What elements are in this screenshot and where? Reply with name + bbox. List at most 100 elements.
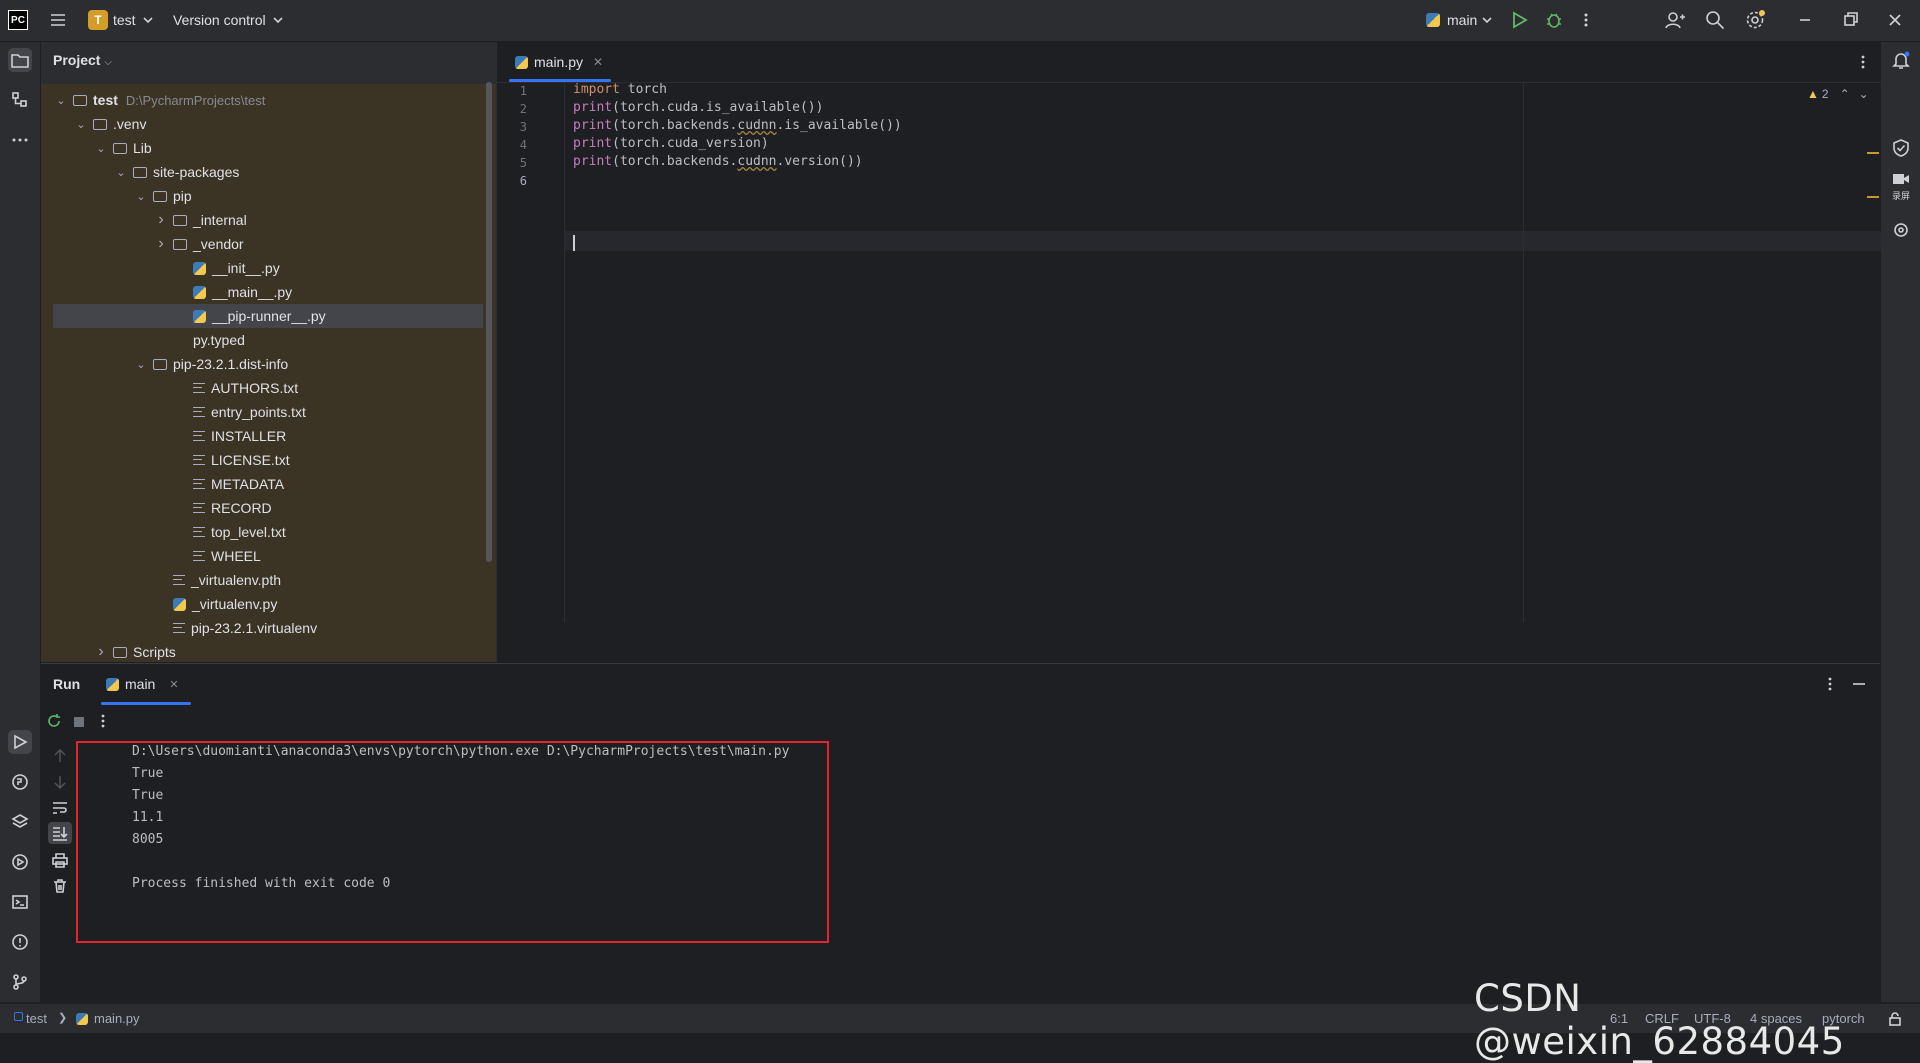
tree-item[interactable]: pip-23.2.1.virtualenv (41, 616, 481, 640)
more-vertical-icon[interactable] (99, 713, 107, 729)
text-file-icon (193, 431, 205, 441)
structure-tool-icon[interactable] (8, 88, 32, 112)
warning-stripe-marker[interactable] (1867, 152, 1879, 154)
project-badge[interactable]: T (88, 10, 108, 30)
tree-item[interactable]: ⌄ test D:\PycharmProjects\test (41, 88, 481, 112)
tree-item[interactable]: ⌄ site-packages (41, 160, 481, 184)
tree-item[interactable]: INSTALLER (41, 424, 481, 448)
problems-icon[interactable] (8, 930, 32, 954)
code-line: print(torch.backends.cudnn.is_available(… (573, 118, 902, 133)
chevron-down-icon[interactable]: ⌄ (75, 118, 87, 131)
tree-item-label: _vendor (193, 236, 244, 252)
chevron-down-icon[interactable]: ⌄ (135, 358, 147, 371)
scroll-to-end-button[interactable] (48, 822, 72, 844)
more-vertical-icon[interactable] (1581, 11, 1591, 29)
more-vertical-icon[interactable] (1859, 54, 1867, 70)
tree-item[interactable]: _virtualenv.pth (41, 568, 481, 592)
tree-item[interactable]: top_level.txt (41, 520, 481, 544)
project-tool-icon[interactable] (8, 48, 32, 72)
warning-stripe-marker[interactable] (1867, 196, 1879, 198)
screen-record-button[interactable]: 录屏 (1889, 172, 1913, 202)
editor-tab-bar: main.py ✕ (497, 42, 1881, 83)
settings-icon[interactable] (1745, 10, 1765, 30)
close-tab-icon[interactable]: ✕ (593, 55, 603, 69)
tree-item[interactable]: AUTHORS.txt (41, 376, 481, 400)
tree-item[interactable]: LICENSE.txt (41, 448, 481, 472)
tree-item-label: entry_points.txt (211, 404, 306, 420)
terminal-icon[interactable] (8, 890, 32, 914)
python-packages-icon[interactable] (8, 810, 32, 834)
chevron-up-icon[interactable]: ⌃ (1840, 87, 1850, 101)
tree-item[interactable]: › Scripts (41, 640, 481, 662)
debug-icon[interactable] (1545, 11, 1563, 29)
tree-item[interactable]: METADATA (41, 472, 481, 496)
restore-icon[interactable] (1840, 10, 1860, 30)
tree-item[interactable]: __main__.py (41, 280, 481, 304)
tree-item[interactable]: ⌄ pip (41, 184, 481, 208)
services-icon[interactable] (8, 850, 32, 874)
tree-item[interactable]: WHEEL (41, 544, 481, 568)
rerun-icon[interactable] (46, 713, 62, 729)
breadcrumb-file[interactable]: main.py (94, 1011, 140, 1026)
tree-item[interactable]: › _internal (41, 208, 481, 232)
tree-item[interactable]: RECORD (41, 496, 481, 520)
tree-item[interactable]: › _vendor (41, 232, 481, 256)
tree-item[interactable]: entry_points.txt (41, 400, 481, 424)
tree-item[interactable]: ⌄ .venv (41, 112, 481, 136)
tree-item[interactable]: __init__.py (41, 256, 481, 280)
print-icon[interactable] (51, 852, 69, 868)
tree-item[interactable]: ⌄ pip-23.2.1.dist-info (41, 352, 481, 376)
tree-scrollbar[interactable] (486, 82, 492, 562)
chevron-right-icon[interactable]: › (155, 211, 167, 229)
git-icon[interactable] (8, 970, 32, 994)
soft-wrap-icon[interactable] (51, 800, 69, 816)
notifications-icon[interactable] (1891, 50, 1911, 70)
more-vertical-icon[interactable] (1826, 676, 1834, 692)
code-area[interactable]: import torch print(torch.cuda.is_availabl… (564, 82, 1881, 622)
tree-item-label: __init__.py (212, 260, 280, 276)
run-config-dropdown[interactable]: main (1447, 12, 1477, 28)
tree-item[interactable]: ⌄ Lib (41, 136, 481, 160)
project-panel-title[interactable]: Project ⌵ (53, 52, 112, 68)
tab-main-py[interactable]: main.py ✕ (505, 42, 611, 82)
chevron-down-icon[interactable]: ⌄ (1859, 87, 1869, 101)
run-icon[interactable] (1510, 11, 1528, 29)
project-name-dropdown[interactable]: test (113, 12, 136, 28)
tab-run-main[interactable]: main ✕ (106, 676, 179, 692)
close-tab-icon[interactable]: ✕ (169, 678, 178, 691)
tree-item[interactable]: py.typed (41, 328, 481, 352)
version-control-dropdown[interactable]: Version control (173, 12, 266, 28)
minimize-icon[interactable] (1795, 10, 1815, 30)
hide-panel-icon[interactable] (1852, 676, 1866, 692)
trash-icon[interactable] (52, 878, 68, 894)
python-console-icon[interactable] (8, 770, 32, 794)
chevron-down-icon[interactable]: ⌄ (135, 190, 147, 203)
target-icon[interactable] (1893, 222, 1909, 238)
run-panel: Run main ✕ D:\Users\duomianti\anaconda3\… (41, 663, 1880, 1004)
tree-item-path: D:\PycharmProjects\test (125, 92, 266, 108)
arrow-down-icon[interactable] (53, 774, 67, 790)
run-tab-label: main (125, 676, 156, 692)
main-menu-icon[interactable] (48, 10, 68, 30)
chevron-right-icon[interactable]: › (95, 643, 107, 661)
chevron-right-icon[interactable]: › (155, 235, 167, 253)
tree-item[interactable]: __pip-runner__.py (53, 304, 483, 328)
stop-icon[interactable] (74, 717, 84, 727)
tree-item[interactable]: _virtualenv.py (41, 592, 481, 616)
console-line: True (132, 788, 164, 803)
add-user-icon[interactable] (1665, 10, 1685, 30)
ai-assistant-icon[interactable] (1891, 138, 1911, 158)
text-file-icon (193, 479, 205, 489)
text-file-icon (193, 455, 205, 465)
run-tool-icon[interactable] (8, 730, 32, 754)
more-tools-icon[interactable] (8, 128, 32, 152)
arrow-up-icon[interactable] (53, 748, 67, 764)
console-output[interactable]: D:\Users\duomianti\anaconda3\envs\pytorc… (87, 740, 1880, 1004)
chevron-down-icon[interactable]: ⌄ (115, 166, 127, 179)
chevron-down-icon[interactable]: ⌄ (55, 94, 67, 107)
close-icon[interactable] (1885, 10, 1905, 30)
inspection-widget[interactable]: ▲ 2 ⌃ ⌄ (1807, 87, 1869, 101)
search-icon[interactable] (1705, 10, 1725, 30)
breadcrumb-project[interactable]: test (26, 1011, 47, 1026)
chevron-down-icon[interactable]: ⌄ (95, 142, 107, 155)
